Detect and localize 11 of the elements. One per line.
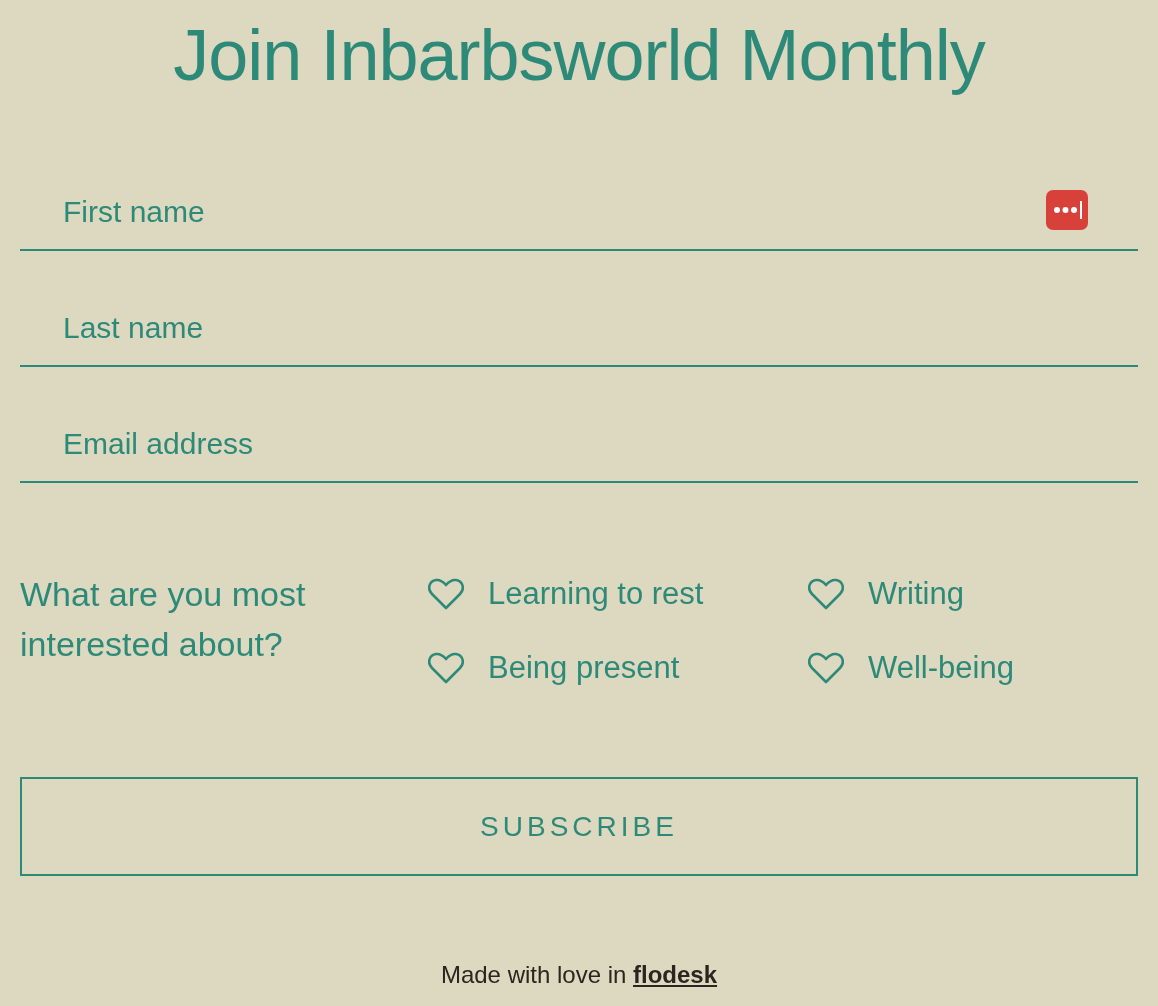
interest-option[interactable]: Writing (808, 572, 964, 616)
subscribe-button[interactable]: SUBSCRIBE (20, 777, 1138, 876)
footer-credit: Made with love in flodesk (440, 960, 718, 990)
password-dots-icon[interactable] (1046, 190, 1088, 230)
text-input-field[interactable]: Email address (20, 407, 1138, 483)
flodesk-link[interactable]: flodesk (633, 961, 718, 988)
interest-option[interactable]: Learning to rest (428, 572, 704, 616)
interest-option[interactable]: Being present (428, 646, 680, 690)
interest-question: What are you most interested about? (20, 574, 307, 665)
interest-option[interactable]: Well-being (808, 646, 1014, 690)
text-input-field[interactable]: Last name (20, 291, 1138, 367)
